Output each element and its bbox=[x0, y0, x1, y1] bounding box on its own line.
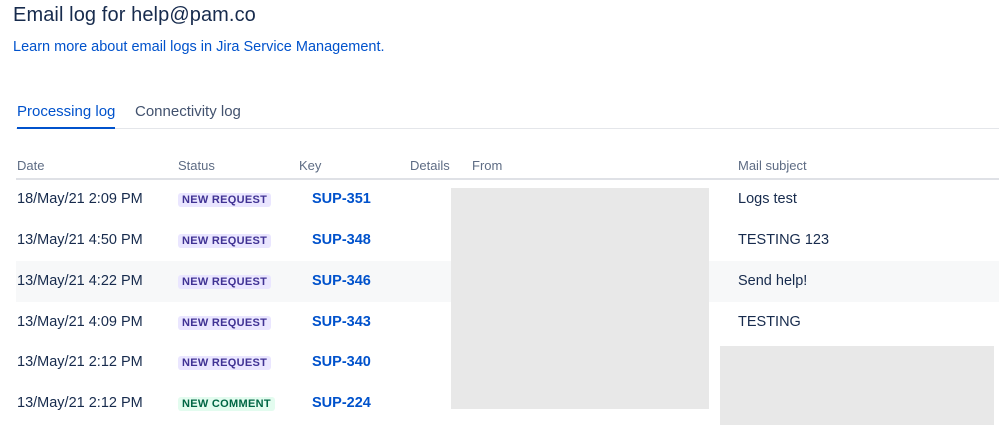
status-badge: NEW REQUEST bbox=[178, 356, 272, 370]
status-badge: NEW REQUEST bbox=[178, 316, 272, 330]
header-details: Details bbox=[410, 158, 450, 173]
status-badge: NEW COMMENT bbox=[178, 397, 275, 411]
issue-key-link[interactable]: SUP-346 bbox=[312, 273, 371, 289]
redacted-subject-block bbox=[720, 346, 994, 425]
row-date: 13/May/21 4:09 PM bbox=[17, 314, 143, 330]
row-date: 13/May/21 4:22 PM bbox=[17, 273, 143, 289]
page-title: Email log for help@pam.co bbox=[13, 4, 256, 26]
status-badge: NEW REQUEST bbox=[178, 275, 272, 289]
header-status[interactable]: Status bbox=[178, 158, 215, 173]
tab-processing-log[interactable]: Processing log bbox=[17, 103, 116, 129]
tab-connectivity-log[interactable]: Connectivity log bbox=[135, 103, 241, 120]
issue-key-link[interactable]: SUP-351 bbox=[312, 191, 371, 207]
issue-key-link[interactable]: SUP-348 bbox=[312, 232, 371, 248]
header-from[interactable]: From bbox=[472, 158, 502, 173]
row-mail-subject: Send help! bbox=[738, 273, 808, 289]
row-date: 13/May/21 2:12 PM bbox=[17, 395, 143, 411]
status-badge: NEW REQUEST bbox=[178, 193, 272, 207]
header-date[interactable]: Date bbox=[17, 158, 44, 173]
row-mail-subject: TESTING bbox=[738, 314, 801, 330]
row-date: 13/May/21 2:12 PM bbox=[17, 354, 143, 370]
log-tabs: Processing log Connectivity log bbox=[16, 100, 999, 129]
redacted-from-block bbox=[451, 188, 709, 409]
row-date: 18/May/21 2:09 PM bbox=[17, 191, 143, 207]
issue-key-link[interactable]: SUP-224 bbox=[312, 395, 371, 411]
learn-more-link[interactable]: Learn more about email logs in Jira Serv… bbox=[13, 39, 385, 55]
issue-key-link[interactable]: SUP-343 bbox=[312, 314, 371, 330]
header-key[interactable]: Key bbox=[299, 158, 321, 173]
row-mail-subject: Logs test bbox=[738, 191, 797, 207]
row-date: 13/May/21 4:50 PM bbox=[17, 232, 143, 248]
issue-key-link[interactable]: SUP-340 bbox=[312, 354, 371, 370]
row-mail-subject: TESTING 123 bbox=[738, 232, 830, 248]
header-mail-subject[interactable]: Mail subject bbox=[738, 158, 807, 173]
status-badge: NEW REQUEST bbox=[178, 234, 272, 248]
